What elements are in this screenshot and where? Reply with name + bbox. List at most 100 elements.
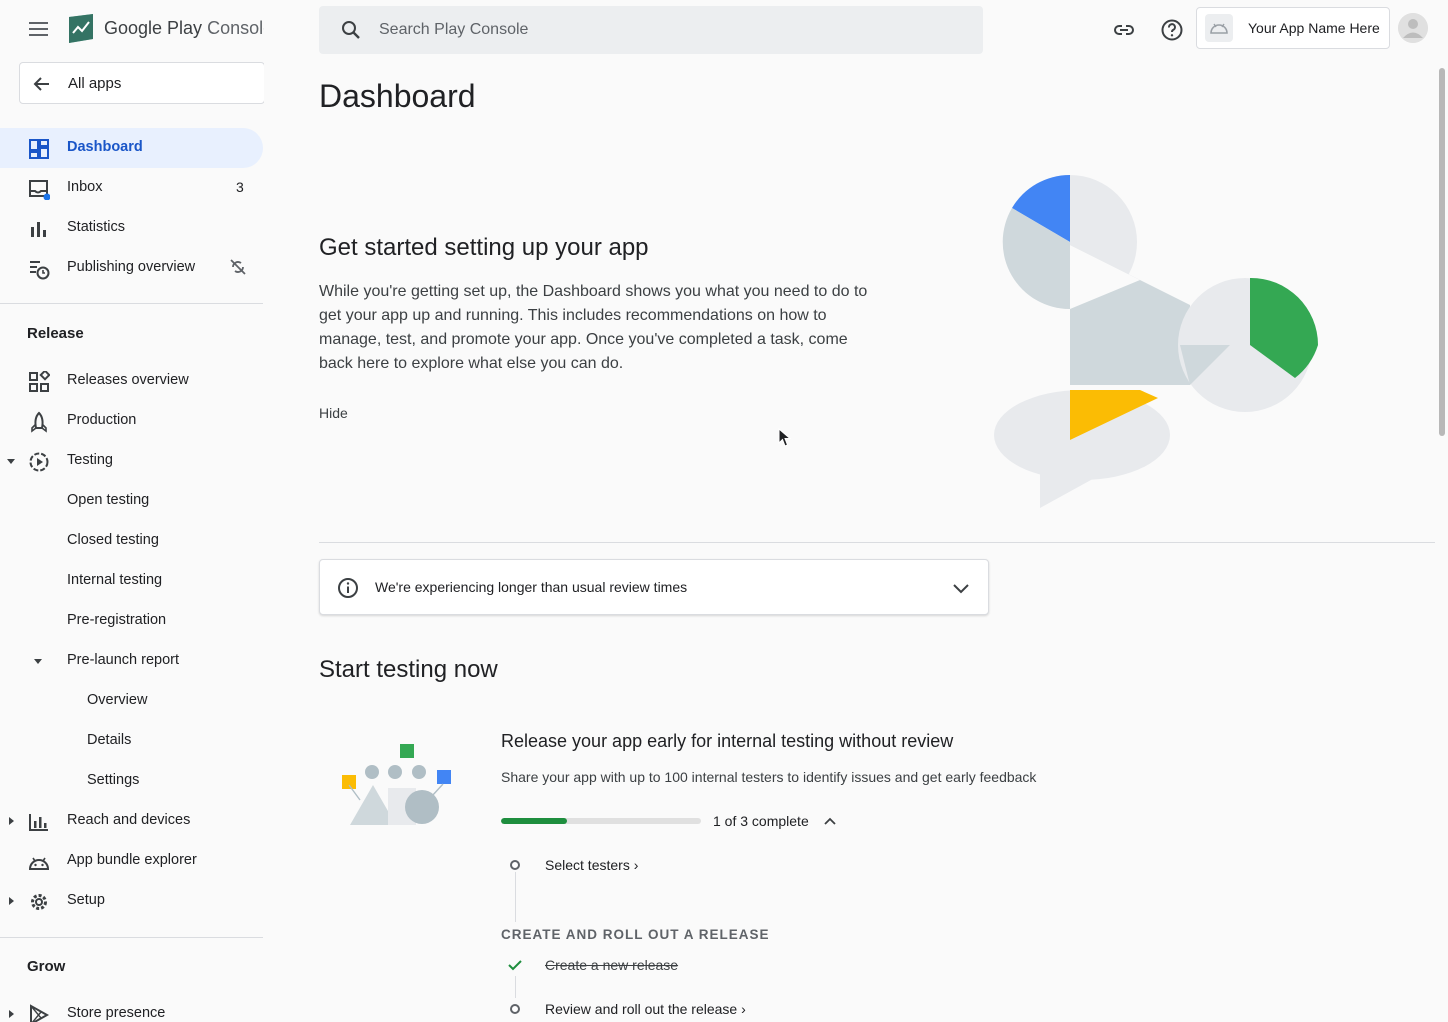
search-icon [342, 21, 360, 39]
bar-chart-icon [31, 222, 46, 237]
select-testers-link[interactable]: Select testers › [545, 857, 638, 873]
info-icon [338, 578, 358, 598]
sidebar-item-app-bundle-explorer[interactable]: App bundle explorer [0, 841, 263, 881]
task-progress-bar [501, 818, 701, 824]
sidebar-item-label: Closed testing [67, 532, 159, 548]
chevron-down-icon[interactable] [951, 578, 971, 598]
store-presence-icon [30, 1004, 50, 1022]
sidebar-item-label: Setup [67, 892, 105, 908]
testing-play-icon [29, 452, 49, 472]
sidebar-item-label: Open testing [67, 492, 150, 508]
sidebar-item-details[interactable]: Details [0, 721, 263, 761]
sidebar-item-store-presence[interactable]: Store presence [0, 994, 263, 1022]
section-title-grow: Grow [27, 958, 66, 975]
sidebar-item-statistics[interactable]: Statistics [0, 208, 263, 248]
step-incomplete-indicator [510, 1004, 520, 1014]
section-title-release: Release [27, 325, 84, 342]
link-icon[interactable] [1112, 18, 1136, 42]
caret-down-icon[interactable] [33, 656, 43, 666]
sidebar-item-label: Internal testing [67, 572, 163, 588]
start-testing-title: Start testing now [319, 656, 498, 683]
arrow-back-icon [33, 77, 49, 91]
releases-overview-icon [29, 371, 50, 392]
all-apps-label: All apps [68, 75, 122, 92]
sidebar-item-closed-testing[interactable]: Closed testing [0, 521, 263, 561]
sidebar-item-pre-launch-report[interactable]: Pre-launch report [0, 641, 263, 681]
sidebar-item-label: Dashboard [67, 139, 143, 155]
hide-button[interactable]: Hide [319, 405, 348, 421]
sidebar-item-reach-and-devices[interactable]: Reach and devices [0, 801, 263, 841]
caret-right-icon[interactable] [6, 1009, 16, 1019]
sidebar-item-label: Releases overview [67, 372, 189, 388]
rocket-icon [31, 411, 47, 433]
sidebar-item-label: Details [87, 732, 132, 748]
brand-name-google-play: Google Play [104, 18, 203, 38]
reach-devices-icon [29, 814, 48, 831]
all-apps-button[interactable]: All apps [19, 62, 264, 104]
task-description: Share your app with up to 100 internal t… [501, 769, 1037, 785]
menu-icon[interactable] [27, 19, 51, 39]
play-console-logo-icon [69, 14, 93, 43]
sidebar-item-label: Overview [87, 692, 148, 708]
step-connector-line [515, 872, 516, 922]
inbox-count-badge: 3 [236, 179, 244, 195]
sidebar-item-label: Production [67, 412, 137, 428]
chevron-up-icon[interactable] [822, 813, 838, 829]
dashboard-icon [29, 139, 49, 159]
android-app-icon [1205, 14, 1233, 42]
get-started-illustration [994, 174, 1318, 508]
publishing-schedule-icon [30, 261, 50, 280]
notice-text: We're experiencing longer than usual rev… [375, 579, 688, 595]
sidebar-item-releases-overview[interactable]: Releases overview [0, 361, 263, 401]
sidebar-item-settings[interactable]: Settings [0, 761, 263, 801]
step-connector-line [515, 976, 516, 998]
scrollbar-thumb[interactable] [1439, 68, 1445, 436]
caret-right-icon[interactable] [6, 816, 16, 826]
sidebar-item-production[interactable]: Production [0, 401, 263, 441]
sidebar-item-label: Testing [67, 452, 113, 468]
sidebar-item-testing[interactable]: Testing [0, 441, 263, 481]
sidebar-item-dashboard[interactable]: Dashboard [0, 128, 263, 168]
brand-name-console: Console [207, 18, 264, 38]
brand-header: Google Play Console [0, 0, 264, 58]
mouse-cursor-icon [778, 428, 792, 447]
sidebar-item-setup[interactable]: Setup [0, 881, 263, 921]
app-name-label: Your App Name Here [1248, 20, 1380, 36]
sidebar-item-label: App bundle explorer [67, 852, 197, 868]
sidebar-item-label: Inbox [67, 179, 103, 195]
get-started-description: While you're getting set up, the Dashboa… [319, 283, 868, 372]
review-times-notice[interactable]: We're experiencing longer than usual rev… [319, 559, 989, 615]
brand-name: Google Play Console [104, 18, 264, 39]
task-progress-fill [501, 818, 567, 824]
caret-down-icon[interactable] [6, 456, 16, 466]
search-bar[interactable] [319, 6, 983, 54]
sidebar-item-overview[interactable]: Overview [0, 681, 263, 721]
sidebar-item-pre-registration[interactable]: Pre-registration [0, 601, 263, 641]
sidebar-item-label: Statistics [67, 219, 126, 235]
section-divider [319, 542, 1435, 543]
page-title: Dashboard [319, 78, 476, 114]
inbox-icon [29, 180, 50, 200]
sidebar-item-label: Pre-registration [67, 612, 167, 628]
sidebar-item-label: Pre-launch report [67, 652, 180, 668]
sidebar-item-internal-testing[interactable]: Internal testing [0, 561, 263, 601]
search-input[interactable] [379, 18, 939, 42]
sidebar: Google Play Console All apps Dashboard I… [0, 0, 264, 1022]
gear-icon [31, 894, 47, 910]
help-icon[interactable] [1160, 18, 1184, 42]
android-icon [28, 857, 50, 870]
sidebar-item-label: Reach and devices [67, 812, 191, 828]
sync-disabled-icon[interactable] [229, 258, 247, 276]
avatar[interactable] [1398, 13, 1428, 43]
app-selector-button[interactable]: Your App Name Here [1196, 7, 1390, 49]
sidebar-item-inbox[interactable]: Inbox 3 [0, 168, 263, 208]
sidebar-divider [0, 303, 263, 304]
review-rollout-link[interactable]: Review and roll out the release › [545, 1001, 746, 1017]
create-release-step[interactable]: Create a new release [545, 957, 678, 973]
check-icon [508, 960, 522, 971]
sidebar-item-open-testing[interactable]: Open testing [0, 481, 263, 521]
caret-right-icon[interactable] [6, 896, 16, 906]
internal-testing-illustration [342, 744, 451, 825]
get-started-title: Get started setting up your app [319, 234, 649, 261]
sidebar-item-publishing-overview[interactable]: Publishing overview [0, 248, 263, 288]
